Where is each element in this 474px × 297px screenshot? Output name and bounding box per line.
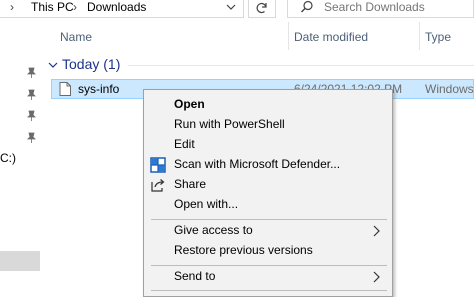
refresh-button[interactable]	[248, 0, 276, 18]
menu-item-label: Restore previous versions	[174, 243, 313, 257]
breadcrumb-this-pc[interactable]: This PC	[31, 0, 74, 14]
group-divider	[128, 65, 474, 66]
nav-item-local-disk[interactable]: C:)	[0, 151, 16, 165]
menu-item-label: Share	[174, 177, 207, 191]
nav-item-selected[interactable]	[0, 251, 40, 271]
menu-item-send-to[interactable]: Send to	[144, 267, 392, 287]
pin-icon[interactable]	[27, 132, 36, 143]
chevron-down-icon[interactable]	[48, 61, 58, 69]
context-menu: Open Run with PowerShell Edit Scan with …	[143, 89, 393, 297]
column-header-name[interactable]: Name	[60, 30, 92, 44]
group-header-today[interactable]: Today (1)	[62, 56, 120, 72]
search-icon	[301, 0, 313, 13]
pin-icon[interactable]	[27, 110, 36, 121]
file-type: Windows I	[425, 82, 474, 96]
menu-separator	[151, 265, 387, 266]
chevron-right-icon	[373, 271, 380, 283]
search-placeholder: Search Downloads	[324, 0, 425, 14]
menu-item-scan-with-defender[interactable]: Scan with Microsoft Defender...	[144, 155, 392, 175]
menu-item-open[interactable]: Open	[144, 95, 392, 115]
menu-item-label: Give access to	[174, 223, 253, 237]
pin-icon[interactable]	[27, 89, 36, 100]
refresh-icon	[256, 2, 267, 14]
menu-item-label: Open with...	[174, 197, 239, 211]
menu-item-label: Scan with Microsoft Defender...	[174, 157, 341, 171]
column-header-type[interactable]: Type	[425, 30, 451, 44]
breadcrumb-downloads[interactable]: Downloads	[87, 0, 146, 14]
column-divider[interactable]	[419, 22, 420, 50]
file-icon	[59, 82, 71, 96]
menu-separator	[151, 290, 387, 291]
menu-item-share[interactable]: Share	[144, 175, 392, 195]
column-divider[interactable]	[288, 22, 289, 50]
column-header-date-modified[interactable]: Date modified	[294, 30, 368, 44]
menu-item-label: Edit	[174, 137, 195, 151]
menu-item-label: Open	[174, 97, 205, 111]
menu-item-label: Send to	[174, 269, 216, 283]
menu-item-run-with-powershell[interactable]: Run with PowerShell	[144, 115, 392, 135]
menu-item-open-with[interactable]: Open with...	[144, 195, 392, 215]
chevron-down-icon[interactable]	[224, 1, 238, 15]
menu-item-restore-previous-versions[interactable]: Restore previous versions	[144, 241, 392, 261]
menu-item-label: Run with PowerShell	[174, 117, 285, 131]
pin-icon[interactable]	[27, 67, 36, 78]
menu-separator	[151, 219, 387, 220]
defender-icon	[150, 157, 166, 173]
menu-item-edit[interactable]: Edit	[144, 135, 392, 155]
share-icon	[151, 179, 165, 192]
breadcrumb-separator-icon: ›	[10, 0, 14, 14]
menu-item-give-access-to[interactable]: Give access to	[144, 221, 392, 241]
chevron-right-icon	[373, 225, 380, 237]
file-name[interactable]: sys-info	[78, 82, 119, 96]
breadcrumb-separator-icon: ›	[73, 0, 77, 14]
